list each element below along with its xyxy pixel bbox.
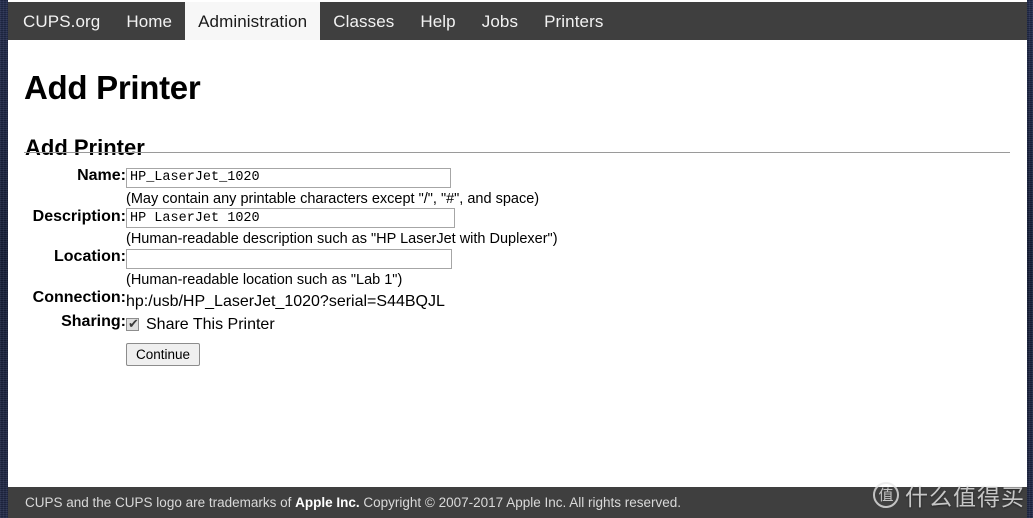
nav-item-help[interactable]: Help [407, 2, 468, 40]
sharing-label: Sharing: [61, 312, 126, 330]
section-heading: Add Printer [25, 135, 145, 161]
name-input[interactable] [126, 167, 451, 188]
main-content: Add Printer Add Printer Name: (May conta… [8, 40, 1027, 487]
main-navigation: CUPS.org Home Administration Classes Hel… [8, 2, 1027, 40]
name-field-cell: (May contain any printable characters ex… [126, 167, 558, 208]
form-row-name: Name: (May contain any printable charact… [8, 167, 558, 208]
location-label: Location: [54, 248, 126, 266]
location-hint: (Human-readable location such as "Lab 1"… [126, 271, 403, 288]
sharing-field-cell: ✔ Share This Printer Continue [126, 313, 558, 367]
add-printer-form: Name: (May contain any printable charact… [8, 167, 1027, 367]
connection-value: hp:/usb/HP_LaserJet_1020?serial=S44BQJL [126, 292, 445, 310]
share-printer-checkbox-label[interactable]: Share This Printer [146, 316, 275, 334]
nav-item-printers[interactable]: Printers [531, 2, 616, 40]
footer-copyright-text: CUPS and the CUPS logo are trademarks of… [8, 495, 681, 510]
nav-item-home[interactable]: Home [113, 2, 185, 40]
connection-field-cell: hp:/usb/HP_LaserJet_1020?serial=S44BQJL [126, 289, 558, 313]
form-row-description: Description: (Human-readable description… [8, 208, 558, 249]
form-row-sharing: Sharing: ✔ Share This Printer Continue [8, 313, 558, 367]
name-label: Name: [77, 167, 126, 184]
share-printer-checkbox[interactable]: ✔ [126, 316, 139, 332]
page-footer: CUPS and the CUPS logo are trademarks of… [8, 487, 1027, 518]
page-body: CUPS.org Home Administration Classes Hel… [8, 0, 1027, 518]
nav-item-jobs[interactable]: Jobs [469, 2, 531, 40]
share-printer-row: ✔ Share This Printer [126, 313, 558, 334]
form-field-table: Name: (May contain any printable charact… [8, 167, 558, 367]
continue-button[interactable]: Continue [126, 342, 201, 367]
page-title: Add Printer [24, 69, 201, 107]
description-field-cell: (Human-readable description such as "HP … [126, 208, 558, 249]
nav-item-classes[interactable]: Classes [320, 2, 407, 40]
footer-text-after: Copyright © 2007-2017 Apple Inc. All rig… [359, 495, 682, 510]
footer-text-before: CUPS and the CUPS logo are trademarks of [25, 495, 296, 510]
form-row-location: Location: (Human-readable location such … [8, 248, 558, 289]
connection-label: Connection: [32, 288, 126, 306]
description-label: Description: [32, 207, 126, 225]
name-hint: (May contain any printable characters ex… [126, 190, 540, 207]
location-input[interactable] [126, 248, 452, 269]
footer-text-apple-inc: Apple Inc. [295, 495, 360, 510]
section-divider [24, 152, 1010, 153]
form-row-connection: Connection: hp:/usb/HP_LaserJet_1020?ser… [8, 289, 558, 313]
nav-item-administration[interactable]: Administration [185, 2, 321, 40]
location-field-cell: (Human-readable location such as "Lab 1"… [126, 248, 558, 289]
nav-item-cups-org[interactable]: CUPS.org [8, 2, 113, 40]
checkmark-icon: ✔ [128, 316, 139, 332]
description-input[interactable] [126, 208, 455, 229]
description-hint: (Human-readable description such as "HP … [126, 231, 558, 248]
